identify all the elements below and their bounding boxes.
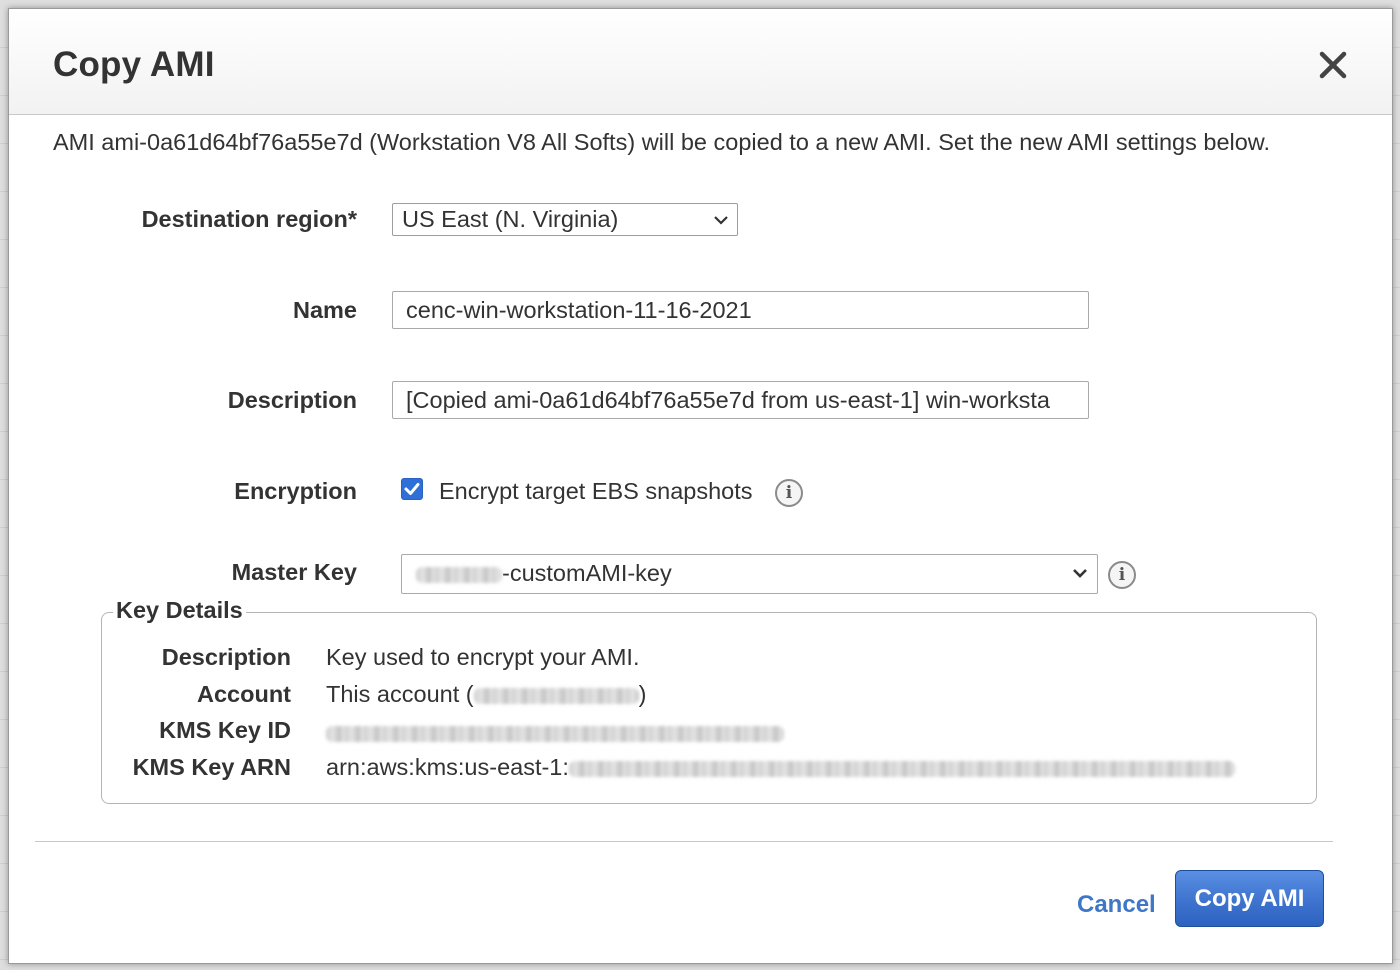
redacted-account-id [473, 687, 639, 704]
info-icon[interactable]: i [775, 479, 803, 507]
dialog-header: Copy AMI [9, 9, 1392, 115]
key-details-description-value: Key used to encrypt your AMI. [326, 644, 640, 670]
master-key-select[interactable]: -customAMI-key [401, 554, 1098, 594]
redacted-key-alias [416, 566, 502, 583]
master-key-value: -customAMI-key [416, 560, 672, 587]
master-key-suffix: -customAMI-key [502, 560, 672, 586]
destination-region-label: Destination region* [141, 206, 357, 232]
encrypt-snapshots-checkbox[interactable] [401, 478, 423, 500]
key-details-description-label: Description [161, 644, 291, 670]
key-details-account-value: This account () [326, 681, 646, 708]
footer-divider [35, 841, 1333, 842]
key-details-account-label: Account [197, 681, 291, 707]
copy-ami-dialog: Copy AMI AMI ami-0a61d64bf76a55e7d (Work… [8, 8, 1393, 964]
master-key-label: Master Key [231, 559, 357, 585]
name-label: Name [292, 297, 357, 323]
chevron-down-icon [1071, 564, 1089, 587]
dialog-intro-text: AMI ami-0a61d64bf76a55e7d (Workstation V… [53, 129, 1271, 155]
account-suffix: ) [638, 681, 647, 707]
name-input-value: cenc-win-workstation-11-16-2021 [406, 297, 752, 323]
key-details-kms-key-id-label: KMS Key ID [159, 717, 291, 743]
destination-region-value: US East (N. Virginia) [402, 206, 619, 232]
checkmark-icon [404, 483, 420, 495]
name-input[interactable]: cenc-win-workstation-11-16-2021 [392, 291, 1089, 329]
key-details-kms-key-arn-label: KMS Key ARN [132, 754, 291, 780]
chevron-down-icon [712, 211, 730, 234]
redacted-kms-key-id [326, 725, 784, 742]
description-label: Description [227, 387, 357, 413]
key-details-legend: Key Details [113, 597, 246, 624]
encrypt-snapshots-label[interactable]: Encrypt target EBS snapshots [439, 478, 753, 505]
info-icon[interactable]: i [1108, 561, 1136, 589]
close-icon[interactable] [1313, 45, 1353, 85]
kms-arn-prefix: arn:aws:kms:us-east-1: [326, 754, 569, 780]
description-input[interactable]: [Copied ami-0a61d64bf76a55e7d from us-ea… [392, 381, 1089, 419]
account-prefix: This account ( [326, 681, 474, 707]
destination-region-select[interactable]: US East (N. Virginia) [392, 203, 738, 236]
dialog-title: Copy AMI [53, 45, 215, 84]
cancel-button[interactable]: Cancel [1077, 891, 1156, 919]
key-details-kms-key-id-value [326, 719, 784, 746]
key-details-kms-key-arn-value: arn:aws:kms:us-east-1: [326, 754, 1235, 781]
description-input-value: [Copied ami-0a61d64bf76a55e7d from us-ea… [406, 387, 1050, 413]
encryption-label: Encryption [234, 478, 357, 504]
redacted-kms-arn [568, 760, 1235, 777]
copy-ami-button[interactable]: Copy AMI [1175, 870, 1324, 927]
